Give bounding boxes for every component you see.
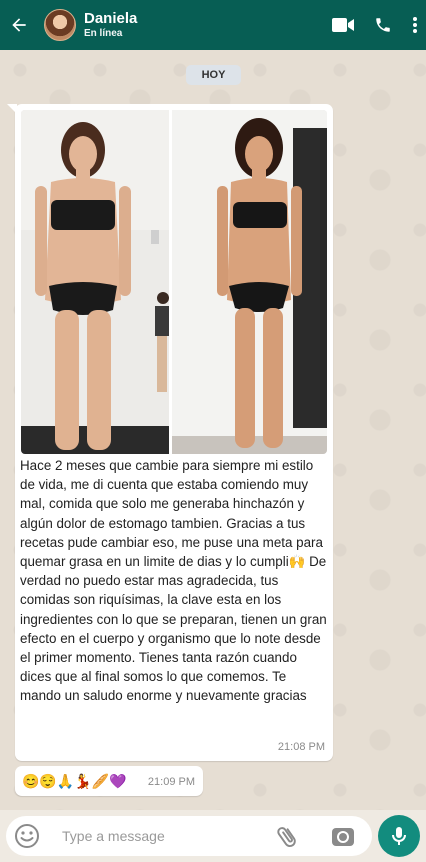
more-vert-icon	[413, 17, 417, 33]
emoji-message-timestamp: 21:09 PM	[147, 776, 195, 788]
more-options-button[interactable]	[412, 16, 418, 34]
contact-status: En línea	[84, 27, 123, 39]
chat-area[interactable]: HOY Hace 2 meses que cambie para siempre…	[0, 50, 426, 810]
video-call-button[interactable]	[332, 17, 354, 33]
contact-name: Daniela	[84, 10, 138, 28]
message-input[interactable]: Type a message	[62, 816, 165, 856]
bubble-tail	[7, 104, 17, 114]
smiley-icon	[15, 824, 39, 848]
message-input-container[interactable]: Type a message	[6, 816, 372, 856]
paperclip-icon	[277, 827, 296, 848]
microphone-icon	[392, 827, 406, 845]
camera-button[interactable]	[330, 824, 356, 855]
voice-call-button[interactable]	[374, 16, 392, 34]
date-chip: HOY	[186, 65, 241, 85]
video-call-icon	[332, 18, 354, 32]
message-photo[interactable]	[21, 110, 327, 454]
attach-button[interactable]	[274, 824, 300, 855]
contact-info[interactable]: Daniela En línea	[84, 11, 137, 39]
emoji-button[interactable]	[14, 823, 40, 854]
back-arrow-icon	[12, 18, 26, 32]
incoming-emoji-bubble[interactable]: 😊😌🙏💃🥖💜 21:09 PM	[15, 766, 203, 796]
chat-header: Daniela En línea	[0, 0, 426, 50]
incoming-message-bubble[interactable]: Hace 2 meses que cambie para siempre mi …	[7, 104, 333, 761]
back-button[interactable]	[2, 0, 36, 50]
voice-record-button[interactable]	[378, 815, 420, 857]
message-text: Hace 2 meses que cambie para siempre mi …	[20, 458, 327, 704]
composer-bar: Type a message	[0, 810, 426, 862]
message-timestamp: 21:08 PM	[277, 741, 325, 753]
avatar[interactable]	[44, 9, 76, 41]
phone-icon	[376, 18, 390, 32]
before-after-photo	[21, 110, 327, 454]
camera-icon	[332, 828, 354, 846]
emoji-message-text: 😊😌🙏💃🥖💜	[22, 773, 127, 789]
